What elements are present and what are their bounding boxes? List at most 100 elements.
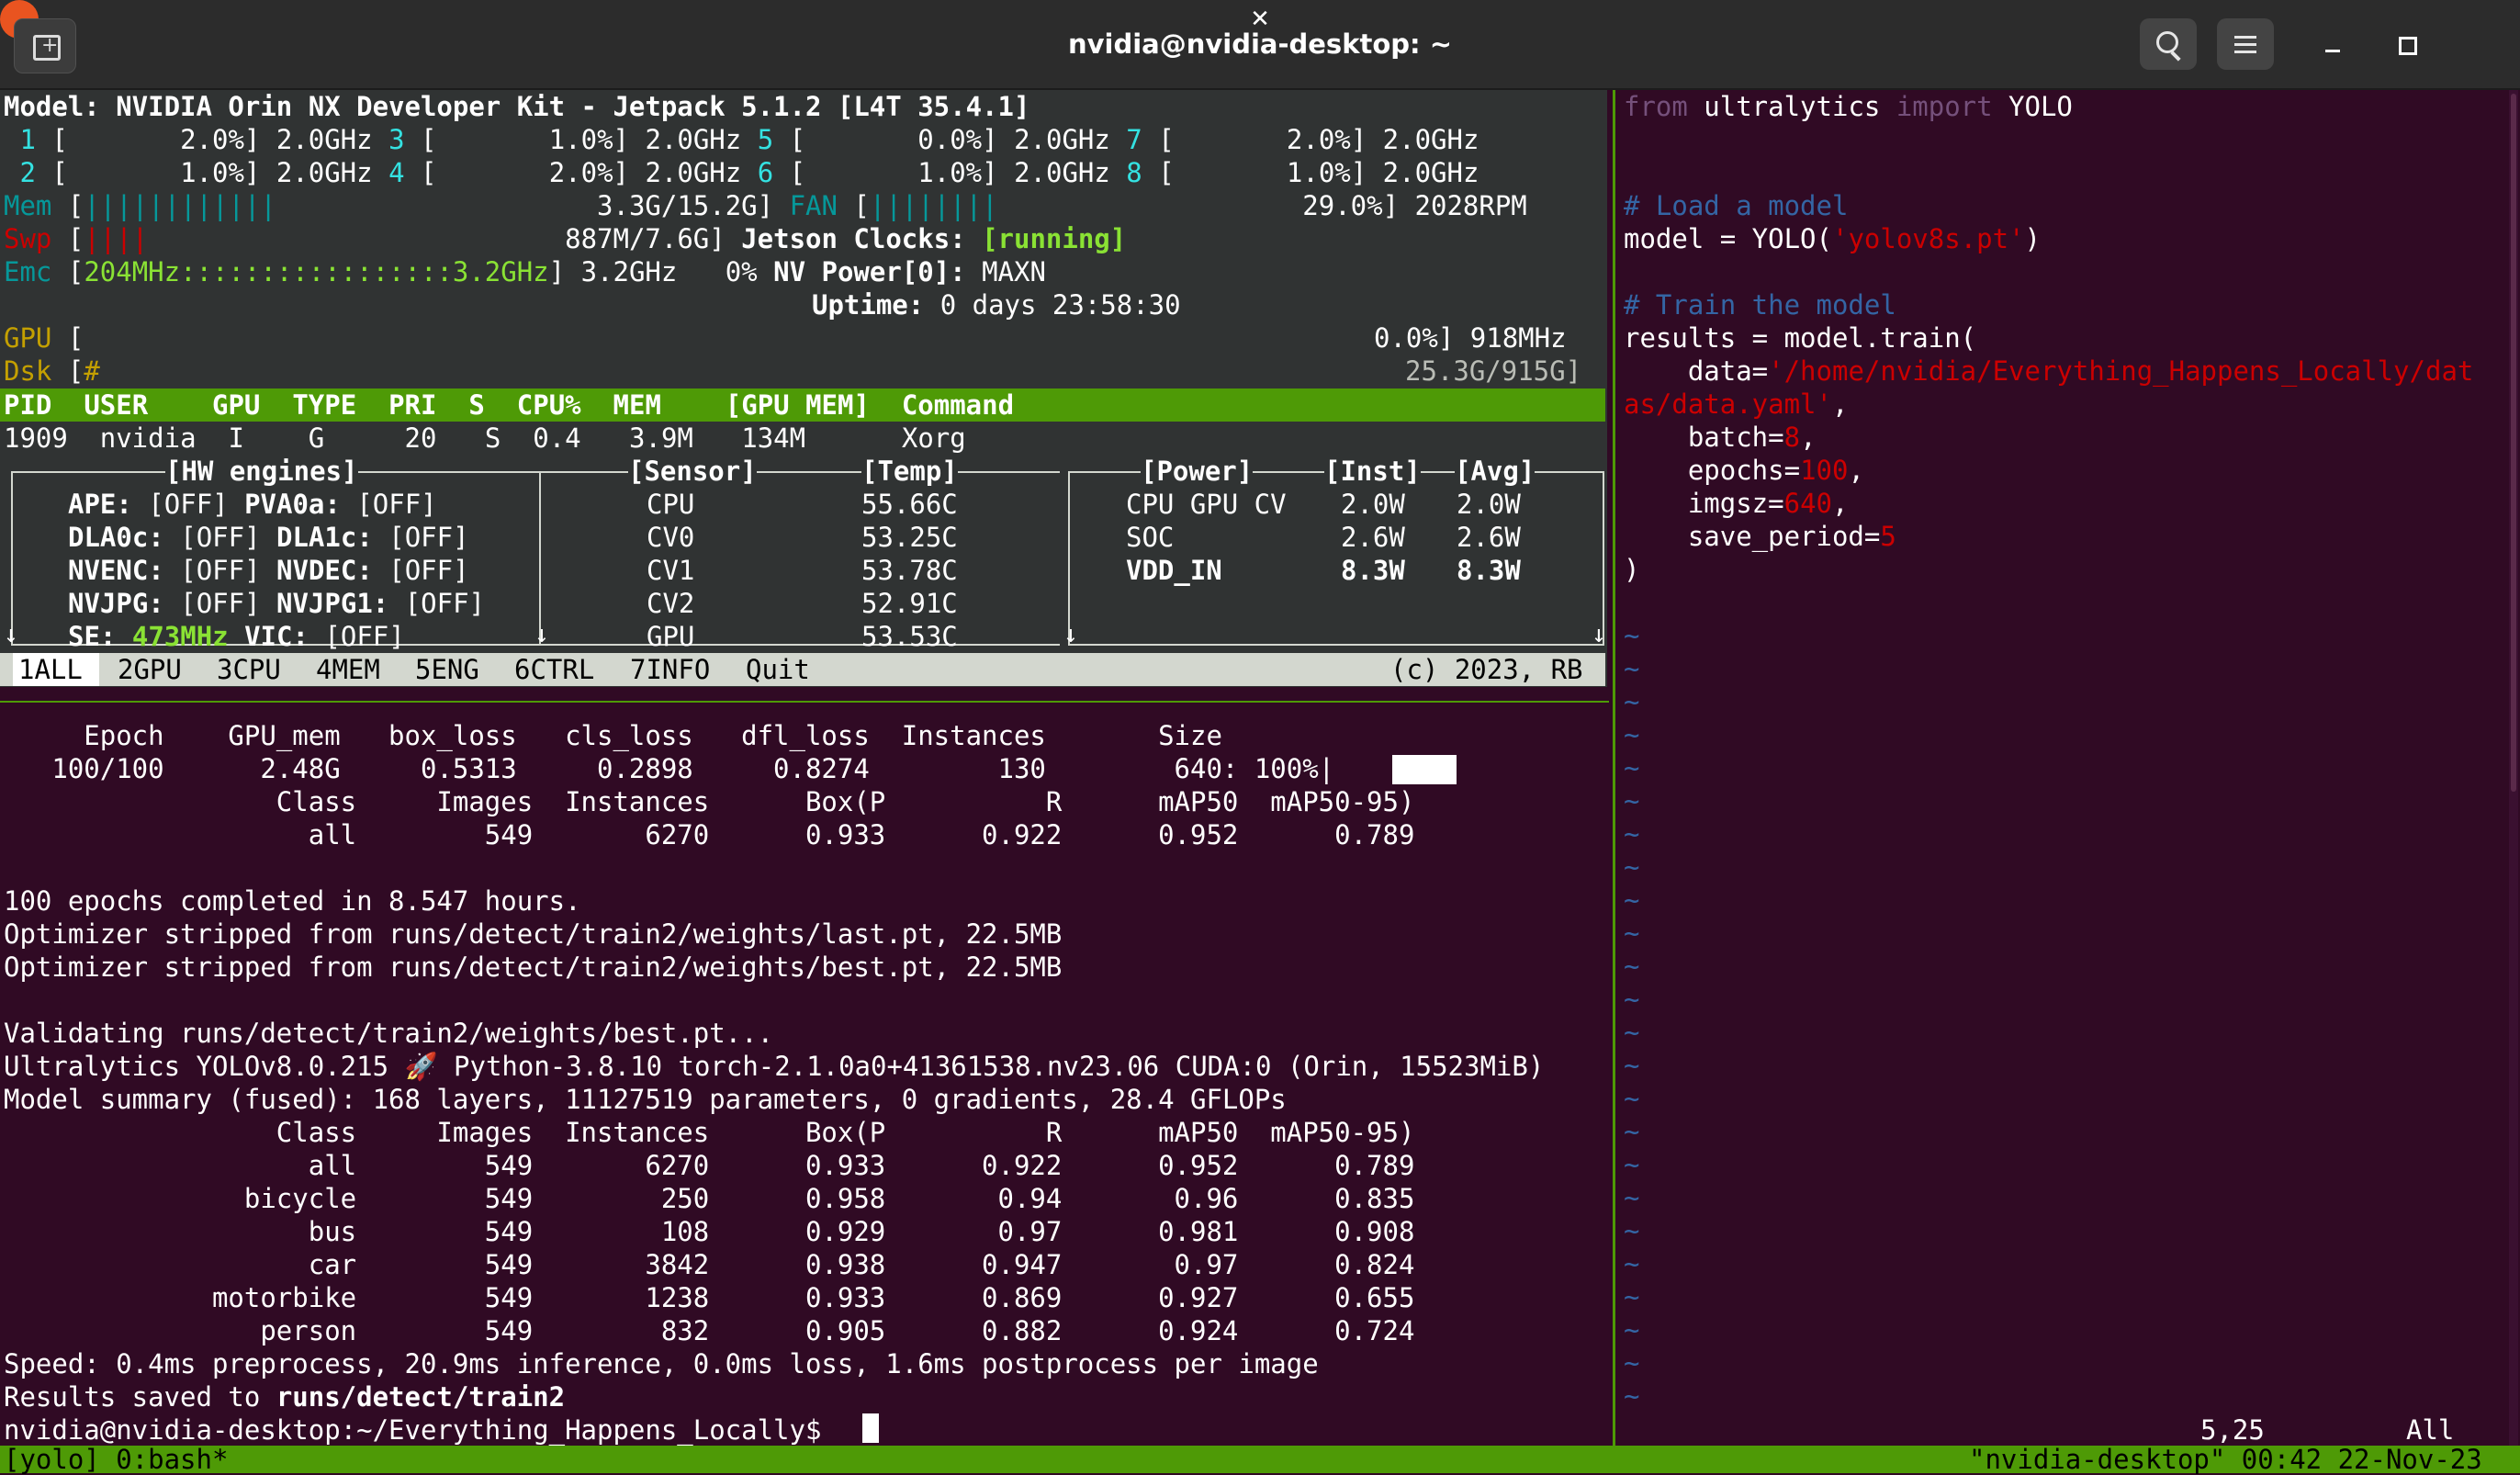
vim-cursor-position: 5,25 <box>2200 1414 2265 1446</box>
class-header: Class Images Instances Box(P R mAP50 mAP… <box>4 786 1415 817</box>
tab-all[interactable]: 1ALL <box>18 653 83 686</box>
close-button[interactable]: ✕ <box>0 0 1270 39</box>
scroll-down-arrow-icon: ↓ <box>1592 621 1606 648</box>
pane-divider-horizontal[interactable] <box>0 701 1609 703</box>
sensor-box <box>539 471 1060 646</box>
vim-empty-line: ~ <box>1624 918 1640 949</box>
inst-title: [Inst] <box>1324 455 1421 488</box>
tab-mem[interactable]: 4MEM <box>316 653 380 686</box>
process-row[interactable]: 1909 nvidia I G 20 S 0.4 3.9M 134M Xorg <box>4 422 966 455</box>
val-row-bus: bus 549 108 0.929 0.97 0.981 0.908 <box>4 1216 1415 1247</box>
code-line-batch[interactable]: batch=8, <box>1624 421 1817 454</box>
hw-engine-row: NVJPG: [OFF] NVJPG1: [OFF] <box>68 588 486 619</box>
val-row-car: car 549 3842 0.938 0.947 0.97 0.824 <box>4 1249 1415 1280</box>
tab-gpu[interactable]: 2GPU <box>118 653 182 686</box>
sensor-row: CV0 <box>647 522 695 553</box>
vim-empty-line: ~ <box>1624 1248 1640 1279</box>
close-icon: ✕ <box>1250 6 1270 33</box>
power-row-avg: 2.0W <box>1457 489 1521 520</box>
scroll-down-arrow-icon: ↓ <box>534 621 549 648</box>
sensor-temp: 53.25C <box>861 522 958 553</box>
power-row-inst: 2.6W <box>1341 522 1405 553</box>
class-all-row: all 549 6270 0.933 0.922 0.952 0.789 <box>4 819 1415 850</box>
optimizer-stripped-best: Optimizer stripped from runs/detect/trai… <box>4 951 1063 983</box>
vim-empty-line: ~ <box>1624 686 1640 717</box>
vim-scroll-indicator: All <box>2406 1414 2455 1446</box>
sensor-row: CV1 <box>647 555 695 586</box>
tmux-session-window[interactable]: [yolo] 0:bash* <box>4 1446 228 1473</box>
code-line-epochs[interactable]: epochs=100, <box>1624 454 1864 487</box>
epochs-completed: 100 epochs completed in 8.547 hours. <box>4 885 581 917</box>
vim-empty-line: ~ <box>1624 752 1640 783</box>
optimizer-stripped-last: Optimizer stripped from runs/detect/trai… <box>4 918 1063 950</box>
code-comment-load[interactable]: # Load a model <box>1624 189 1848 222</box>
power-row-avg: 8.3W <box>1457 555 1521 586</box>
jtop-gpu-value: 0.0%] 918MHz <box>1374 322 1567 354</box>
jtop-dsk-value: 25.3G/915G] <box>1405 355 1582 387</box>
vim-empty-line: ~ <box>1624 1215 1640 1246</box>
power-row-inst: 8.3W <box>1341 555 1405 586</box>
sensor-row: CV2 <box>647 588 695 619</box>
maximize-icon <box>2399 37 2417 55</box>
code-line-import[interactable]: from ultralytics import YOLO <box>1624 90 2073 123</box>
val-row-person: person 549 832 0.905 0.882 0.924 0.724 <box>4 1315 1415 1346</box>
shell-prompt[interactable]: nvidia@nvidia-desktop:~/Everything_Happe… <box>4 1413 838 1447</box>
vim-empty-line: ~ <box>1624 719 1640 750</box>
jtop-swp-row: Swp [|||| 887M/7.6G] Jetson Clocks: [run… <box>4 223 1127 254</box>
code-line-data[interactable]: data='/home/nvidia/Everything_Happens_Lo… <box>1624 355 2474 388</box>
jtop-model-line: Model: NVIDIA Orin NX Developer Kit - Je… <box>4 91 1030 122</box>
code-line-data-wrap[interactable]: as/data.yaml', <box>1624 388 1848 421</box>
terminal-cursor <box>862 1413 879 1443</box>
val-row-motorbike: motorbike 549 1238 0.933 0.869 0.927 0.6… <box>4 1282 1415 1313</box>
power-row-name: VDD_IN <box>1126 555 1222 586</box>
scroll-down-arrow-icon: ↓ <box>4 621 18 648</box>
code-comment-train[interactable]: # Train the model <box>1624 288 1896 321</box>
power-row-name: CPU GPU CV <box>1126 489 1287 520</box>
window-titlebar: nvidia@nvidia-desktop: ~ + ✕ <box>0 0 2520 90</box>
vim-empty-line: ~ <box>1624 818 1640 850</box>
tab-quit[interactable]: Quit <box>746 653 810 686</box>
tab-info[interactable]: 7INFO <box>630 653 710 686</box>
code-line-close[interactable]: ) <box>1624 553 1639 586</box>
tab-ctrl[interactable]: 6CTRL <box>514 653 594 686</box>
vim-empty-line: ~ <box>1624 884 1640 916</box>
pane-divider-vertical[interactable] <box>1613 90 1615 1446</box>
temp-title: [Temp] <box>861 455 958 488</box>
jtop-cpu-row-1: 1 [ 2.0%] 2.0GHz 3 [ 1.0%] 2.0GHz 5 [ 0.… <box>19 124 1479 155</box>
power-row-inst: 2.0W <box>1341 489 1405 520</box>
jtop-mem-row: Mem [|||||||||||| 3.3G/15.2G] FAN [|||||… <box>4 190 1527 221</box>
vim-empty-line: ~ <box>1624 1050 1640 1081</box>
scroll-down-arrow-icon: ↓ <box>1063 621 1078 648</box>
minimize-icon <box>2325 50 2340 52</box>
val-row-bicycle: bicycle 549 250 0.958 0.94 0.96 0.835 <box>4 1183 1415 1214</box>
sensor-temp: 55.66C <box>861 489 958 520</box>
ultralytics-version-line: Ultralytics YOLOv8.0.215 🚀 Python-3.8.10… <box>4 1051 1545 1082</box>
vim-empty-line: ~ <box>1624 1149 1640 1180</box>
power-row-name: SOC <box>1126 522 1175 553</box>
jtop-emc-row: Emc [204MHz:::::::::::::::::3.2GHz] 3.2G… <box>4 256 1046 287</box>
code-line-results[interactable]: results = model.train( <box>1624 321 1976 355</box>
epoch-row: 100/100 2.48G 0.5313 0.2898 0.8274 130 6… <box>4 753 1335 784</box>
model-summary-line: Model summary (fused): 168 layers, 11127… <box>4 1084 1287 1115</box>
sensor-row: GPU <box>647 621 695 652</box>
scrollbar-thumb[interactable] <box>2511 94 2516 792</box>
code-line-save-period[interactable]: save_period=5 <box>1624 520 1896 553</box>
vim-empty-line: ~ <box>1624 653 1640 684</box>
tab-eng[interactable]: 5ENG <box>415 653 479 686</box>
tmux-host-time: "nvidia-desktop" 00:42 22-Nov-23 <box>1969 1444 2482 1475</box>
validating-line: Validating runs/detect/train2/weights/be… <box>4 1018 774 1049</box>
process-table-header: PID USER GPU TYPE PRI S CPU% MEM [GPU ME… <box>4 389 1015 421</box>
jtop-dsk-row: Dsk [# <box>4 355 100 387</box>
tab-cpu[interactable]: 3CPU <box>217 653 281 686</box>
vim-empty-line: ~ <box>1624 851 1640 883</box>
vim-empty-line: ~ <box>1624 1116 1640 1147</box>
vim-empty-line: ~ <box>1624 1083 1640 1114</box>
vim-empty-line: ~ <box>1624 620 1640 651</box>
jtop-gpu-row: GPU [ <box>4 322 84 354</box>
vim-empty-line: ~ <box>1624 785 1640 816</box>
code-line-model[interactable]: model = YOLO('yolov8s.pt') <box>1624 222 2041 255</box>
hw-engine-row: DLA0c: [OFF] DLA1c: [OFF] <box>68 522 469 553</box>
code-line-imgsz[interactable]: imgsz=640, <box>1624 487 1849 520</box>
vim-empty-line: ~ <box>1624 1380 1640 1412</box>
avg-title: [Avg] <box>1455 455 1536 488</box>
